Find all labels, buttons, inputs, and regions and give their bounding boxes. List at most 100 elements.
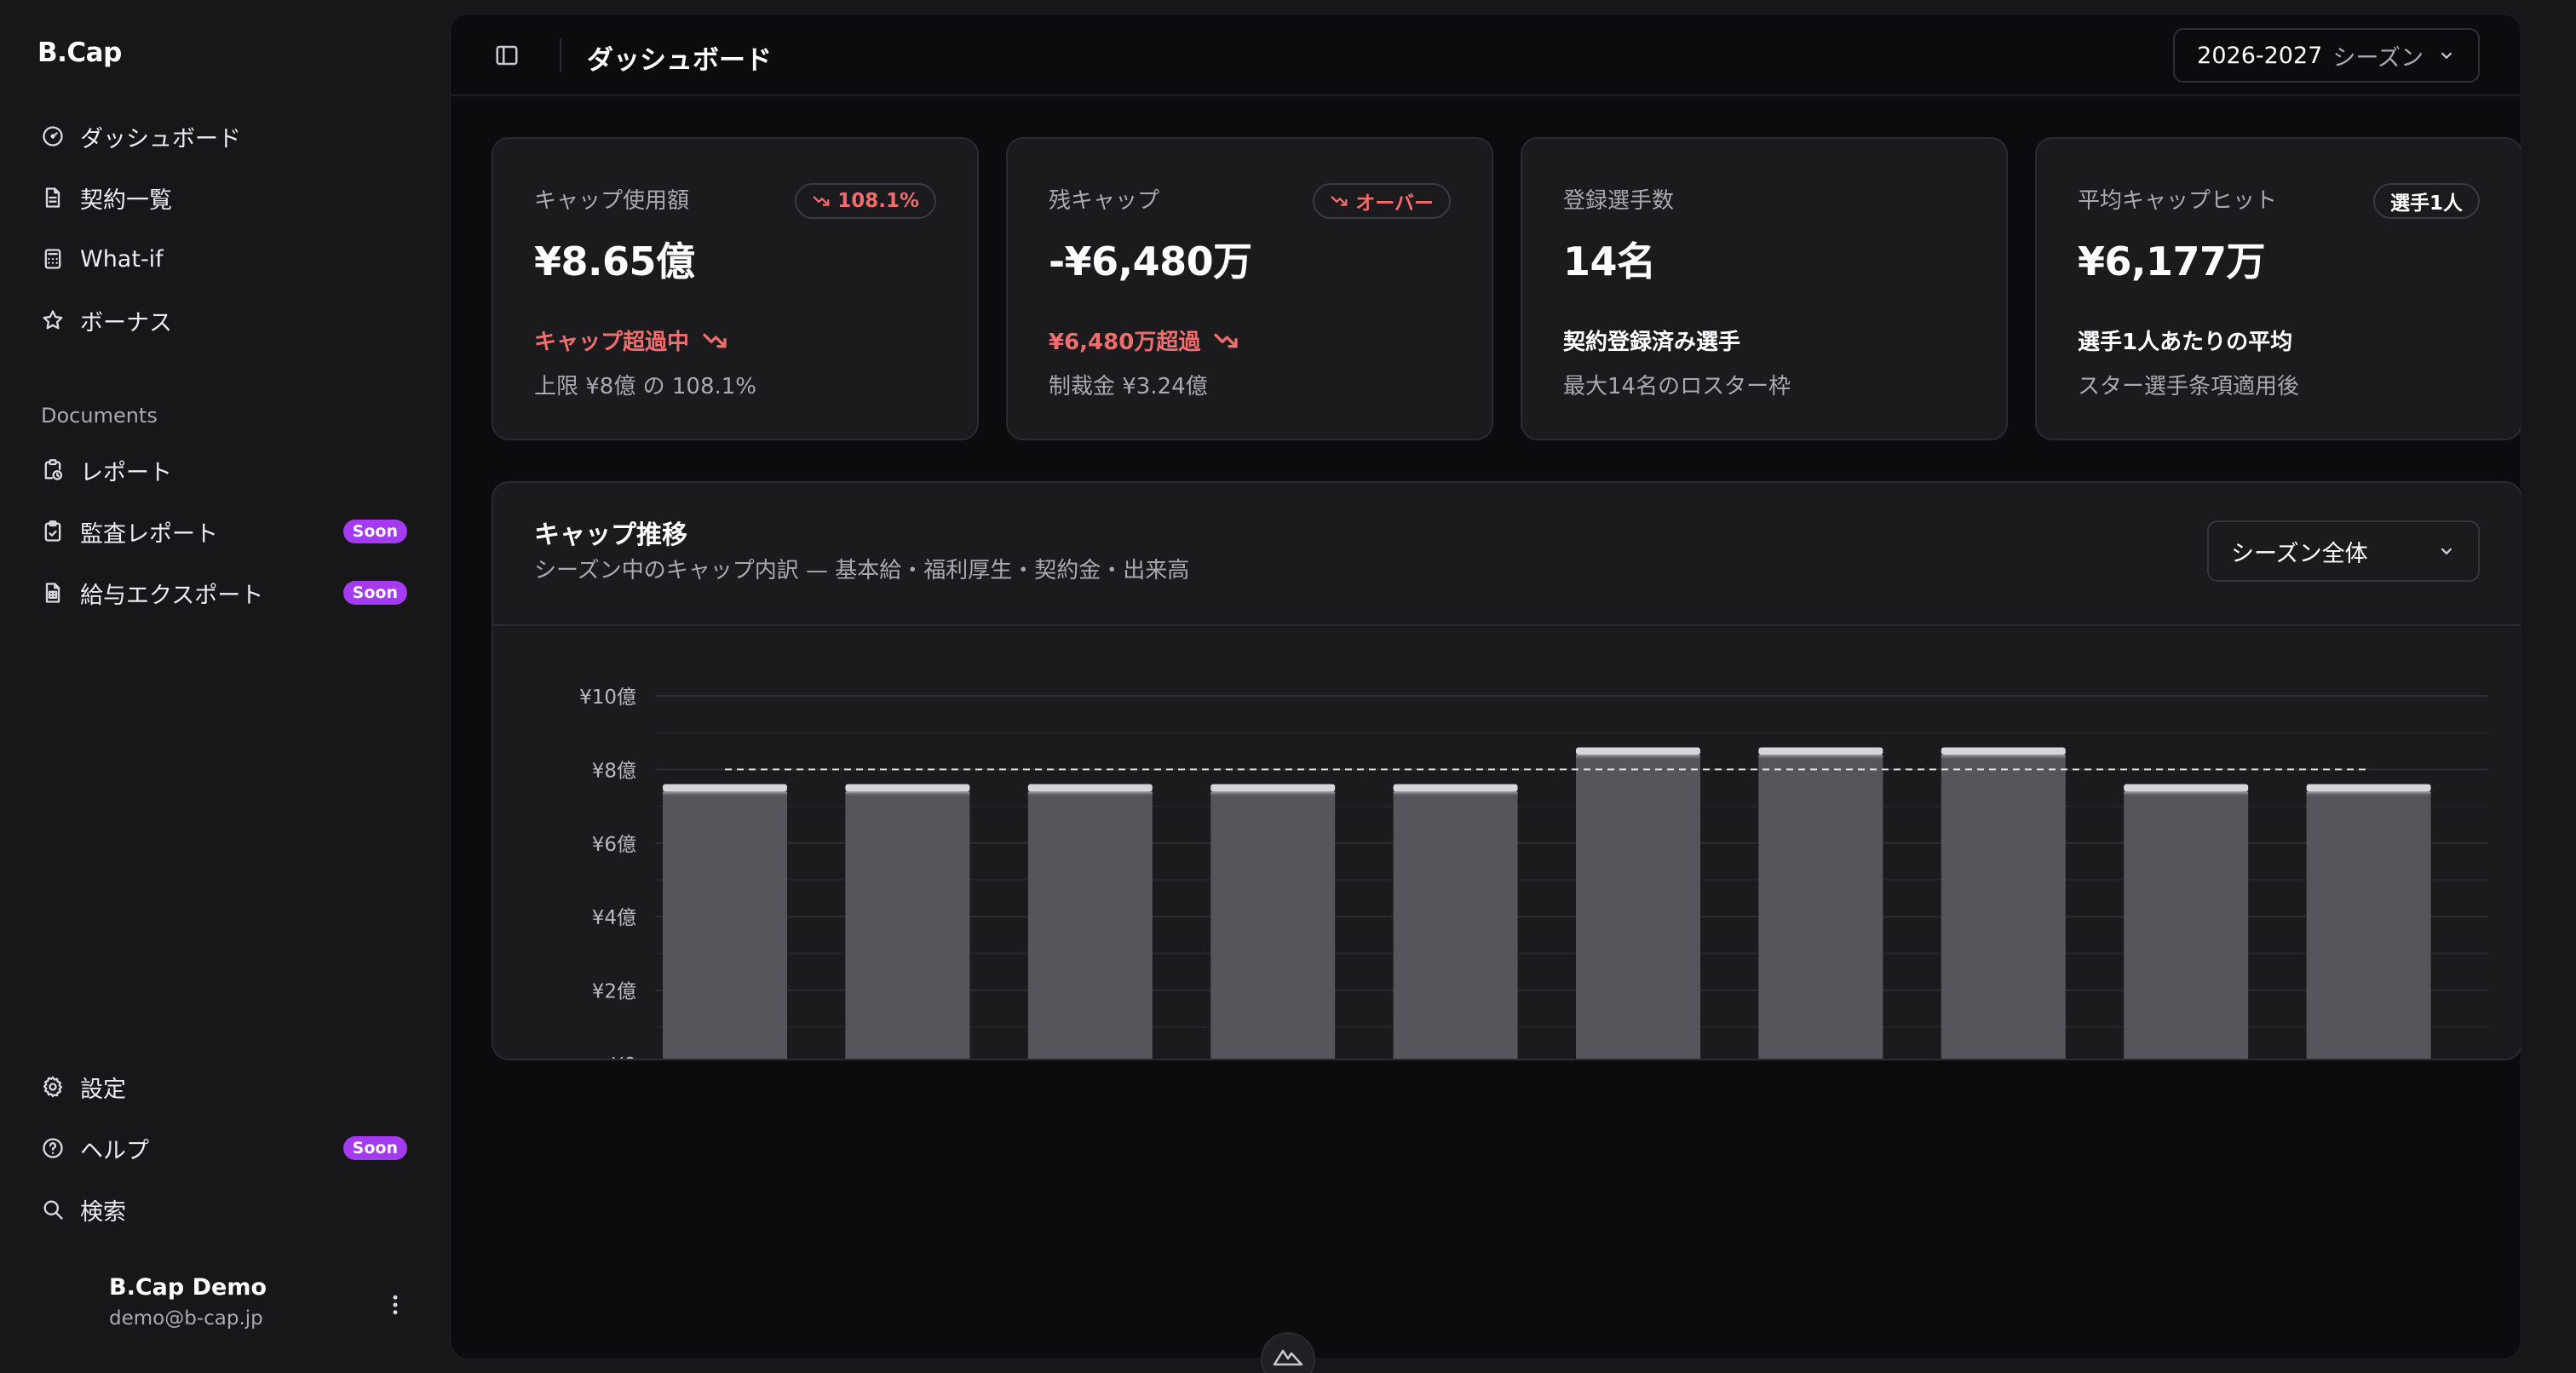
sidebar-item-reports[interactable]: レポート [37, 446, 412, 494]
bar-segment-1 [2124, 795, 2249, 1059]
y-tick-label: ¥10億 [579, 686, 636, 709]
bar-segment-1 [1758, 758, 1883, 1059]
bar-segment-1 [845, 795, 970, 1059]
bar-segment-2 [663, 793, 787, 796]
chart-header: キャップ推移 シーズン中のキャップ内訳 — 基本給・福利厚生・契約金・出来高 シ… [493, 483, 2521, 626]
season-value: 2026-2027 [2197, 42, 2323, 69]
bar-segment-3 [1758, 755, 1883, 757]
bar-segment-1 [1027, 795, 1153, 1059]
bar-segment-4 [1941, 747, 2066, 755]
cap-trend-chart-card: キャップ推移 シーズン中のキャップ内訳 — 基本給・福利厚生・契約金・出来高 シ… [492, 481, 2521, 1060]
bar-segment-3 [2124, 791, 2249, 794]
bar-segment-1 [2306, 795, 2431, 1059]
sidebar-item-contracts[interactable]: 契約一覧 [37, 174, 412, 221]
brand-logo[interactable]: B.Cap [37, 37, 122, 68]
card-note: ¥6,480万超過 [1049, 325, 1239, 356]
card-note-text: 契約登録済み選手 [1563, 330, 1741, 355]
sidebar-item-help[interactable]: ヘルプ Soon [37, 1124, 412, 1172]
bar-segment-3 [1210, 791, 1336, 794]
range-select[interactable]: シーズン全体 [2207, 520, 2480, 582]
clipboard-clock-icon [37, 455, 68, 485]
card-note: 選手1人あたりの平均 [2078, 325, 2292, 356]
trending-down-icon [813, 196, 830, 206]
help-circle-icon [37, 1133, 68, 1163]
bar-segment-3 [845, 791, 970, 794]
season-select[interactable]: 2026-2027 シーズン [2173, 28, 2480, 83]
gear-icon [37, 1071, 68, 1102]
season-suffix: シーズン [2332, 44, 2424, 72]
sidebar-item-audit-report[interactable]: 監査レポート Soon [37, 508, 412, 555]
status-badge: オーバー [1313, 183, 1451, 219]
page-title: ダッシュボード [587, 45, 772, 76]
card-note-text: ¥6,480万超過 [1049, 330, 1201, 355]
clipboard-check-icon [37, 516, 68, 547]
trending-down-icon [703, 333, 727, 348]
sidebar-item-label: ボーナス [80, 309, 172, 336]
card-note-text: キャップ超過中 [534, 330, 690, 355]
y-tick-label: ¥6億 [592, 834, 636, 856]
sidebar-item-label: 契約一覧 [80, 187, 172, 214]
bar-segment-2 [1027, 793, 1153, 796]
bar-segment-1 [663, 795, 787, 1059]
user-profile[interactable]: B.Cap Demo demo@b-cap.jp [109, 1274, 267, 1330]
sidebar-item-label: 検索 [80, 1198, 126, 1226]
card-sub: 上限 ¥8億 の 108.1% [534, 374, 757, 399]
kpi-card-remaining-cap: 残キャップ -¥6,480万 オーバー ¥6,480万超過 制裁金 ¥3.24億 [1006, 137, 1493, 440]
bar-segment-2 [1576, 756, 1700, 759]
card-label: キャップ使用額 [534, 188, 690, 214]
card-note: キャップ超過中 [534, 325, 728, 356]
y-tick-label: ¥8億 [592, 760, 636, 782]
y-tick-label: ¥2億 [592, 981, 636, 1003]
document-icon [37, 182, 68, 213]
sidebar-item-bonus[interactable]: ボーナス [37, 296, 412, 344]
bar-segment-3 [1576, 755, 1700, 757]
user-email: demo@b-cap.jp [109, 1307, 263, 1330]
bar-segment-4 [1027, 784, 1153, 792]
card-label: 残キャップ [1049, 188, 1160, 214]
sidebar-toggle-icon[interactable] [488, 37, 526, 74]
more-vertical-icon[interactable] [378, 1288, 412, 1322]
card-sub: 制裁金 ¥3.24億 [1049, 374, 1208, 399]
bar-segment-4 [1576, 747, 1700, 755]
sidebar-item-whatif[interactable]: What-if [37, 235, 412, 283]
bar-segment-3 [1393, 791, 1518, 794]
sidebar-item-label: What-if [80, 245, 164, 273]
badge-text: 108.1% [837, 190, 919, 212]
search-icon [37, 1194, 68, 1225]
card-value: -¥6,480万 [1049, 238, 1252, 284]
card-label: 登録選手数 [1563, 188, 1675, 214]
card-label: 平均キャップヒット [2078, 188, 2278, 214]
range-select-value: シーズン全体 [2231, 540, 2368, 567]
bar-segment-2 [2124, 793, 2249, 796]
bar-segment-4 [1210, 784, 1336, 792]
gauge-icon [37, 121, 68, 152]
top-bar: ダッシュボード 2026-2027 シーズン [451, 14, 2521, 96]
sidebar-item-label: 給与エクスポート [80, 582, 264, 609]
badge-text: オーバー [1355, 192, 1434, 215]
chart-subtitle: シーズン中のキャップ内訳 — 基本給・福利厚生・契約金・出来高 [534, 558, 1190, 583]
chevron-down-icon [2441, 52, 2452, 60]
bar-segment-3 [2306, 791, 2431, 794]
sidebar-item-payroll-export[interactable]: 給与エクスポート Soon [37, 569, 412, 617]
chevron-down-icon [2441, 548, 2452, 555]
kpi-card-cap-usage: キャップ使用額 ¥8.65億 108.1% キャップ超過中 上限 ¥8億 の 1… [492, 137, 979, 440]
card-sub: スター選手条項適用後 [2078, 374, 2300, 399]
status-badge: 108.1% [795, 183, 936, 219]
bar-segment-2 [2306, 793, 2431, 796]
sidebar-item-settings[interactable]: 設定 [37, 1063, 412, 1111]
divider [560, 38, 561, 72]
soon-badge: Soon [342, 520, 407, 543]
card-note-text: 選手1人あたりの平均 [2078, 330, 2293, 355]
bar-segment-1 [1941, 758, 2066, 1059]
cap-trend-chart: ¥0¥2億¥4億¥6億¥8億¥10億9月 10月 11月 12月 1月 2月 3月 4月 5月 6… [579, 686, 2488, 1059]
card-note: 契約登録済み選手 [1563, 325, 1740, 356]
spreadsheet-icon [37, 577, 68, 608]
sidebar-item-search[interactable]: 検索 [37, 1186, 412, 1233]
sidebar-item-label: レポート [80, 459, 172, 486]
bar-segment-4 [1758, 747, 1883, 755]
sidebar-item-dashboard[interactable]: ダッシュボード [37, 112, 412, 160]
card-sub: 最大14名のロスター枠 [1563, 374, 1791, 399]
trending-down-icon [1331, 196, 1348, 206]
bar-segment-3 [1027, 791, 1153, 794]
status-badge: 選手1人 [2372, 183, 2480, 219]
